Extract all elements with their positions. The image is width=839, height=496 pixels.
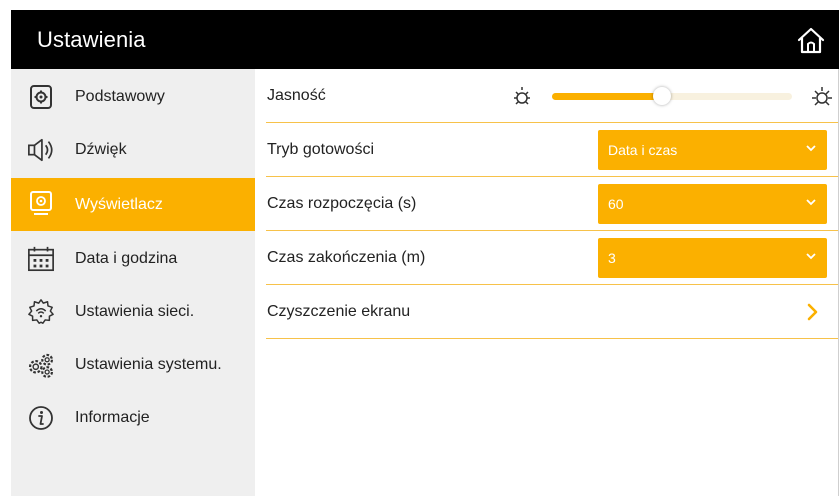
page-title: Ustawienia [37, 26, 146, 52]
screen-cleaning-label: Czyszczenie ekranu [267, 302, 411, 320]
start-time-row: Czas rozpoczęcia (s) 60 [266, 177, 839, 231]
brightness-label: Jasność [267, 86, 326, 104]
gear-square-icon [27, 83, 55, 111]
brightness-slider-fill [552, 93, 663, 100]
sun-dim-icon [514, 87, 530, 105]
speaker-icon [27, 136, 55, 164]
end-time-value: 3 [608, 250, 616, 266]
brightness-slider-handle[interactable] [653, 87, 672, 105]
sidebar-item-dzwiek[interactable]: Dźwięk [11, 125, 255, 175]
screen-cleaning-row[interactable]: Czyszczenie ekranu [266, 285, 839, 339]
top-bar: Ustawienia [11, 10, 839, 69]
standby-mode-select[interactable]: Data i czas [598, 130, 827, 170]
sidebar-item-label: Dźwięk [75, 141, 127, 158]
standby-mode-label: Tryb gotowości [267, 140, 374, 158]
sidebar-item-wyswietlacz[interactable]: Wyświetlacz [11, 178, 255, 231]
home-icon[interactable] [796, 26, 826, 54]
network-gear-icon [27, 298, 55, 326]
chevron-down-icon [806, 145, 816, 152]
sidebar-item-podstawowy[interactable]: Podstawowy [11, 72, 255, 122]
standby-mode-value: Data i czas [608, 142, 678, 158]
start-time-value: 60 [608, 196, 624, 212]
end-time-row: Czas zakończenia (m) 3 [266, 231, 839, 285]
sidebar-item-label: Ustawienia sieci. [75, 303, 195, 320]
end-time-select[interactable]: 3 [598, 238, 827, 278]
end-time-label: Czas zakończenia (m) [267, 248, 426, 266]
chevron-right-icon[interactable] [806, 302, 820, 322]
chevron-down-icon [806, 199, 816, 206]
standby-mode-row: Tryb gotowości Data i czas [266, 123, 839, 177]
info-icon [27, 404, 55, 432]
brightness-slider[interactable] [552, 87, 792, 105]
sidebar-item-label: Podstawowy [75, 88, 165, 105]
sidebar-item-label: Ustawienia systemu. [75, 356, 222, 373]
start-time-label: Czas rozpoczęcia (s) [267, 194, 417, 212]
sidebar-item-data-i-godzina[interactable]: Data i godzina [11, 234, 255, 284]
settings-window: Ustawienia Podstawowy Dźwięk Wyświetlacz… [11, 10, 839, 496]
sidebar-item-ustawienia-sieci[interactable]: Ustawienia sieci. [11, 287, 255, 337]
brightness-row: Jasność [266, 69, 839, 123]
calendar-icon [27, 245, 55, 273]
monitor-icon [27, 190, 55, 218]
chevron-down-icon [806, 253, 816, 260]
sidebar-item-label: Data i godzina [75, 250, 178, 267]
sidebar-item-informacje[interactable]: Informacje [11, 393, 255, 443]
sidebar-item-label: Informacje [75, 409, 150, 426]
display-settings-panel: Jasność Tryb gotowości Data i czas Czas … [255, 69, 839, 496]
start-time-select[interactable]: 60 [598, 184, 827, 224]
sun-bright-icon [812, 87, 832, 106]
sidebar: Podstawowy Dźwięk Wyświetlacz Data i god… [11, 69, 255, 496]
sidebar-item-ustawienia-systemu[interactable]: Ustawienia systemu. [11, 340, 255, 390]
sidebar-item-label: Wyświetlacz [75, 195, 163, 213]
gears-icon [27, 351, 55, 379]
